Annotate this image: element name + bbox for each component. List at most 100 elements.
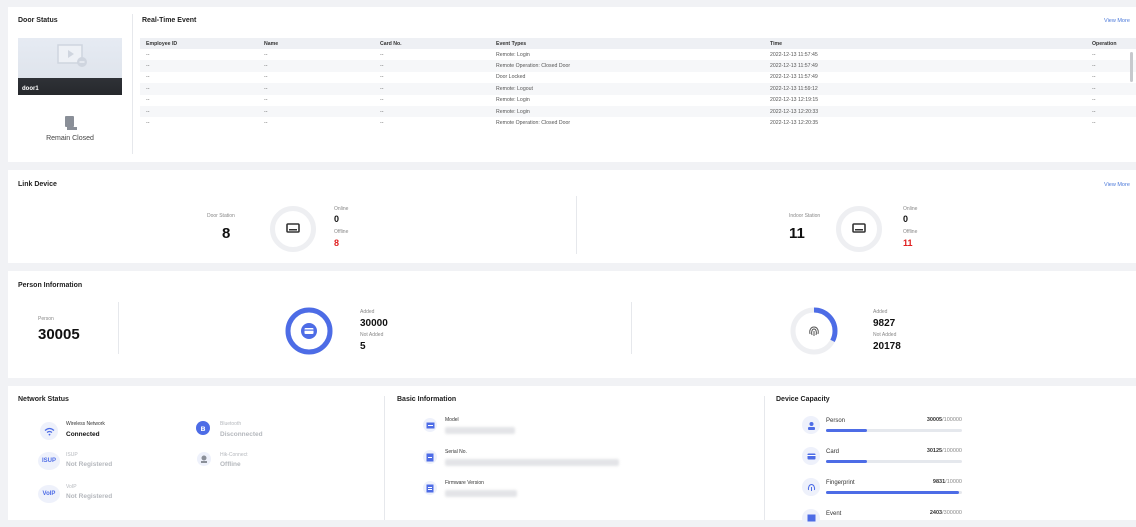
event-table: Employee ID Name Card No. Event Types Ti… — [140, 38, 1136, 129]
video-placeholder-icon — [57, 44, 87, 67]
person-capacity-icon — [802, 416, 820, 434]
divider — [384, 396, 385, 520]
col-card-no[interactable]: Card No. — [374, 38, 490, 49]
cell: -- — [140, 105, 258, 118]
cell: -- — [140, 60, 258, 72]
cell: -- — [146, 51, 150, 58]
card-capacity-bar — [826, 460, 962, 463]
door-online-label: Online — [334, 206, 349, 212]
cell: -- — [140, 83, 258, 95]
cell: -- — [1092, 51, 1096, 58]
cell: -- — [374, 60, 490, 72]
table-row[interactable]: -- -- -- Remote: Login 2022-12-13 11:57:45 -- — [140, 49, 1136, 60]
table-row[interactable]: -- -- -- Remote: Logout 2022-12-13 11:59:12-… — [140, 83, 1136, 95]
cell: -- — [146, 74, 150, 81]
card-added-label: Added — [360, 309, 375, 315]
cell: Remote: Login — [496, 51, 530, 58]
firmware-label: Firmware Version — [445, 480, 484, 486]
col-time[interactable]: Time — [764, 38, 1086, 49]
fp-added-label: Added — [873, 309, 888, 315]
cell: Remote: Login — [496, 97, 530, 104]
indoor-offline-label: Offline — [903, 229, 918, 235]
cell: -- — [1092, 120, 1096, 127]
isup-icon: ISUP — [38, 452, 60, 470]
cell: 2022-12-13 11:57:45 — [770, 51, 818, 58]
card-capacity-icon — [802, 447, 820, 465]
cell: -- — [1086, 60, 1136, 72]
voip-name: VoIP — [66, 484, 77, 490]
door-closed-icon — [65, 116, 77, 130]
door-station-label: Door Station — [207, 213, 235, 219]
event-capacity-icon — [802, 509, 820, 527]
bar-fill — [826, 460, 867, 463]
wifi-icon — [40, 422, 58, 440]
door-thumbnail[interactable]: door1 — [18, 38, 122, 95]
table-scrollbar[interactable] — [1130, 52, 1133, 82]
cell: 2022-12-13 12:20:35 — [770, 120, 819, 127]
basic-info-title: Basic Information — [397, 396, 457, 403]
cell: -- — [146, 120, 150, 127]
capacity-total: /10000 — [945, 479, 962, 485]
network-status-title: Network Status — [18, 396, 69, 403]
capacity-total: /300000 — [942, 510, 962, 516]
isup-status: Not Registered — [66, 461, 113, 468]
col-event-types[interactable]: Event Types — [490, 38, 764, 49]
cell: -- — [258, 105, 374, 118]
divider — [132, 14, 133, 154]
door-online-count: 0 — [334, 214, 340, 224]
wireless-name: Wireless Network — [66, 421, 105, 427]
device-capacity-title: Device Capacity — [776, 396, 830, 403]
cell: -- — [264, 120, 268, 127]
col-employee-id[interactable]: Employee ID — [140, 38, 258, 49]
cell: Remote Operation: Closed Door — [496, 120, 571, 127]
capacity-used: 2403 — [929, 510, 943, 516]
person-capacity-value: 30005/100000 — [918, 417, 962, 423]
cell: Remote Operation: Closed Door — [490, 60, 764, 72]
link-device-card — [8, 170, 1136, 263]
bar-fill — [826, 429, 867, 432]
hik-connect-icon — [197, 452, 211, 466]
cell: 2022-12-13 12:20:33 — [764, 105, 1086, 118]
capacity-total: /100000 — [942, 417, 962, 423]
hik-connect-name: Hik-Connect — [220, 452, 248, 458]
model-icon — [423, 418, 437, 432]
cell: -- — [380, 97, 384, 104]
realtime-event-title: Real-Time Event — [142, 17, 197, 24]
cell: -- — [374, 105, 490, 118]
indoor-offline-count: 11 — [903, 238, 913, 248]
col-name[interactable]: Name — [258, 38, 374, 49]
table-row[interactable]: -- -- -- Remote Operation: Closed Door 2022-… — [140, 117, 1136, 128]
card-icon — [301, 323, 317, 339]
isup-name: ISUP — [66, 452, 78, 458]
fingerprint-capacity-value: 9831/10000 — [918, 479, 962, 485]
door-station-total: 8 — [222, 225, 231, 242]
realtime-view-more-link[interactable]: View More — [1104, 18, 1130, 24]
link-device-view-more-link[interactable]: View More — [1104, 182, 1130, 188]
firmware-value-redacted — [445, 490, 517, 497]
person-capacity-label: Person — [826, 418, 846, 424]
person-capacity-bar — [826, 429, 962, 432]
card-capacity-value: 30125/100000 — [918, 448, 962, 454]
person-info-card — [8, 271, 1136, 378]
table-row[interactable]: -- -- -- Remote Operation: Closed Door 2022-… — [140, 60, 1136, 72]
status-card — [8, 386, 1136, 520]
event-capacity-value: 2403/300000 — [914, 510, 962, 516]
table-row[interactable]: -- -- -- Door Locked 2022-12-13 11:57:49 -- — [140, 72, 1136, 83]
cell: Door Locked — [496, 74, 526, 81]
fingerprint-capacity-icon — [802, 478, 820, 496]
cell: Remote: Login — [490, 105, 764, 118]
col-operation[interactable]: Operation — [1086, 38, 1136, 49]
voip-status: Not Registered — [66, 493, 113, 500]
voip-icon: VoIP — [38, 485, 60, 503]
cell: -- — [380, 51, 384, 58]
cell: -- — [258, 60, 374, 72]
indoor-station-total: 11 — [789, 225, 805, 242]
event-capacity-label: Event — [826, 511, 842, 517]
fp-added: 9827 — [873, 318, 896, 329]
table-row[interactable]: -- -- -- Remote: Login 2022-12-13 12:19:15 -- — [140, 95, 1136, 106]
cell: -- — [380, 120, 384, 127]
cell: -- — [258, 83, 374, 95]
capacity-used: 9831 — [932, 479, 946, 485]
cell: -- — [264, 74, 268, 81]
table-row[interactable]: -- -- -- Remote: Login 2022-12-13 12:20:33 -- — [140, 105, 1136, 118]
